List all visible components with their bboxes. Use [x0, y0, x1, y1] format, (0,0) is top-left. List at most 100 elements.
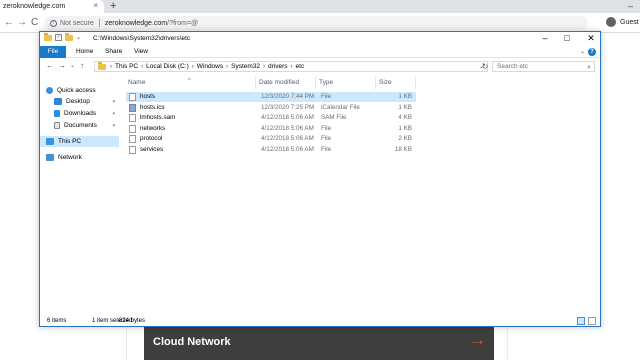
- info-icon[interactable]: i: [50, 19, 57, 27]
- breadcrumb-separator[interactable]: ›: [110, 64, 112, 70]
- file-row[interactable]: services 4/12/2018 5:06 AM File 18 KB: [126, 145, 416, 155]
- search-input[interactable]: Search etc ⌕: [492, 61, 595, 72]
- file-size: 2 KB: [398, 135, 412, 142]
- ribbon-tabs: File Home Share View ⌄ ?: [40, 46, 600, 58]
- column-header-name[interactable]: Name ^: [128, 78, 191, 88]
- breadcrumb-system32[interactable]: System32: [231, 63, 260, 70]
- refresh-icon[interactable]: ↻: [480, 61, 490, 72]
- file-row[interactable]: networks 4/12/2018 5:06 AM File 1 KB: [126, 124, 416, 134]
- file-icon: [129, 93, 136, 101]
- collapse-ribbon-icon[interactable]: ⌄: [580, 48, 585, 55]
- nav-label: This PC: [58, 138, 82, 145]
- file-row[interactable]: lmhosts.sam 4/12/2018 5:06 AM SAM File 4 KB: [126, 113, 416, 123]
- browser-tab[interactable]: zeroknowledge.com ×: [0, 0, 104, 13]
- file-row[interactable]: protocol 4/12/2018 5:06 AM File 2 KB: [126, 134, 416, 144]
- profile-button[interactable]: Guest: [606, 17, 639, 27]
- column-header-size[interactable]: Size: [379, 78, 392, 88]
- file-type: File: [321, 135, 332, 142]
- breadcrumb-local-disk[interactable]: Local Disk (C:): [146, 63, 189, 70]
- network-icon: [46, 154, 54, 161]
- customize-caret-icon[interactable]: ⌄: [76, 34, 81, 41]
- nav-network[interactable]: Network: [40, 152, 119, 163]
- pin-icon[interactable]: ✦: [112, 111, 116, 117]
- new-tab-button[interactable]: +: [110, 0, 116, 12]
- file-row[interactable]: hosts.ics 12/3/2020 7:25 PM iCalendar File…: [126, 103, 416, 113]
- new-folder-icon[interactable]: [65, 32, 73, 41]
- file-date: 4/12/2018 5:06 AM: [261, 135, 314, 142]
- back-arrow-icon[interactable]: ←: [46, 61, 54, 71]
- details-view-icon[interactable]: [577, 317, 585, 325]
- file-row[interactable]: hosts 12/3/2020 7:44 PM File 1 KB: [126, 92, 416, 102]
- breadcrumb-drivers[interactable]: drivers: [268, 63, 288, 70]
- banner-title: Cloud Network: [153, 336, 231, 348]
- nav-downloads[interactable]: Downloads ✦: [40, 108, 119, 119]
- file-date: 12/3/2020 7:25 PM: [261, 103, 315, 111]
- tab-home[interactable]: Home: [70, 46, 99, 58]
- folder-icon: [98, 61, 106, 70]
- up-arrow-icon[interactable]: ↑: [80, 61, 84, 71]
- nav-label: Quick access: [57, 87, 96, 94]
- browser-minimize-icon[interactable]: –: [628, 0, 633, 12]
- file-size: 1 KB: [398, 124, 412, 132]
- arrow-right-icon[interactable]: →: [469, 331, 486, 349]
- tab-view[interactable]: View: [128, 46, 154, 58]
- file-size: 1 KB: [398, 103, 412, 111]
- browser-toolbar: ← → C i Not secure zeroknowledge.com/?fr…: [0, 13, 640, 33]
- computer-icon: [46, 138, 54, 145]
- breadcrumb-this-pc[interactable]: This PC: [115, 63, 138, 70]
- close-button[interactable]: ✕: [586, 33, 596, 43]
- tab-close-icon[interactable]: ×: [93, 1, 98, 10]
- file-type: File: [321, 124, 332, 132]
- column-header-date[interactable]: Date modified: [259, 78, 299, 88]
- file-icon: [129, 124, 136, 133]
- address-bar[interactable]: i Not secure zeroknowledge.com/?from=@: [44, 16, 588, 30]
- maximize-button[interactable]: □: [562, 33, 572, 43]
- breadcrumb-separator[interactable]: ›: [226, 64, 228, 70]
- tab-share[interactable]: Share: [99, 46, 128, 58]
- breadcrumb-separator[interactable]: ›: [263, 64, 265, 70]
- pin-icon[interactable]: ✦: [112, 123, 116, 129]
- selection-size: 824 bytes: [119, 318, 146, 324]
- minimize-button[interactable]: –: [540, 33, 550, 43]
- cloud-network-banner[interactable]: Cloud Network →: [144, 323, 494, 360]
- nav-quick-access[interactable]: Quick access: [40, 85, 119, 96]
- column-divider[interactable]: [315, 77, 316, 89]
- documents-icon: [54, 122, 60, 129]
- large-icons-view-icon[interactable]: [588, 317, 596, 325]
- calendar-file-icon: [129, 103, 136, 112]
- star-icon: [46, 87, 53, 94]
- forward-arrow-icon[interactable]: →: [17, 17, 27, 29]
- recent-locations-caret-icon[interactable]: ⌄: [70, 61, 75, 71]
- properties-icon[interactable]: ✓: [55, 34, 62, 41]
- status-bar: 6 items 1 item selected 824 bytes: [40, 316, 600, 326]
- column-divider[interactable]: [255, 77, 256, 89]
- file-explorer-window: ✓ ⌄ C:\Windows\System32\drivers\etc – □ …: [39, 31, 601, 327]
- pin-icon[interactable]: ✦: [112, 99, 116, 105]
- breadcrumb-windows[interactable]: Windows: [197, 63, 223, 70]
- breadcrumb-separator[interactable]: ›: [192, 64, 194, 70]
- file-type: SAM File: [321, 114, 347, 121]
- column-divider[interactable]: [375, 77, 376, 89]
- file-name: lmhosts.sam: [140, 114, 176, 121]
- desktop-icon: [54, 98, 62, 105]
- tab-file[interactable]: File: [40, 46, 66, 58]
- reload-icon[interactable]: C: [31, 17, 38, 29]
- nav-this-pc[interactable]: This PC: [40, 136, 119, 147]
- url-text: zeroknowledge.com/?from=@: [105, 20, 198, 27]
- column-divider[interactable]: [415, 77, 416, 89]
- breadcrumb-separator[interactable]: ›: [141, 64, 143, 70]
- back-arrow-icon[interactable]: ←: [4, 17, 14, 29]
- file-name: networks: [140, 124, 166, 132]
- nav-desktop[interactable]: Desktop ✦: [40, 96, 119, 107]
- forward-arrow-icon[interactable]: →: [58, 61, 66, 71]
- file-icon: [129, 145, 136, 154]
- breadcrumb-separator[interactable]: ›: [291, 64, 293, 70]
- address-row: ← → ⌄ ↑ › This PC › Local Disk (C:) › Wi…: [40, 59, 600, 74]
- breadcrumb-etc[interactable]: etc: [296, 63, 305, 70]
- help-icon[interactable]: ?: [588, 48, 596, 56]
- column-label: Name: [128, 79, 146, 86]
- nav-documents[interactable]: Documents ✦: [40, 120, 119, 131]
- address-breadcrumb[interactable]: › This PC › Local Disk (C:) › Windows › …: [94, 61, 488, 72]
- column-header-type[interactable]: Type: [319, 78, 333, 88]
- file-date: 4/12/2018 5:06 AM: [261, 145, 314, 153]
